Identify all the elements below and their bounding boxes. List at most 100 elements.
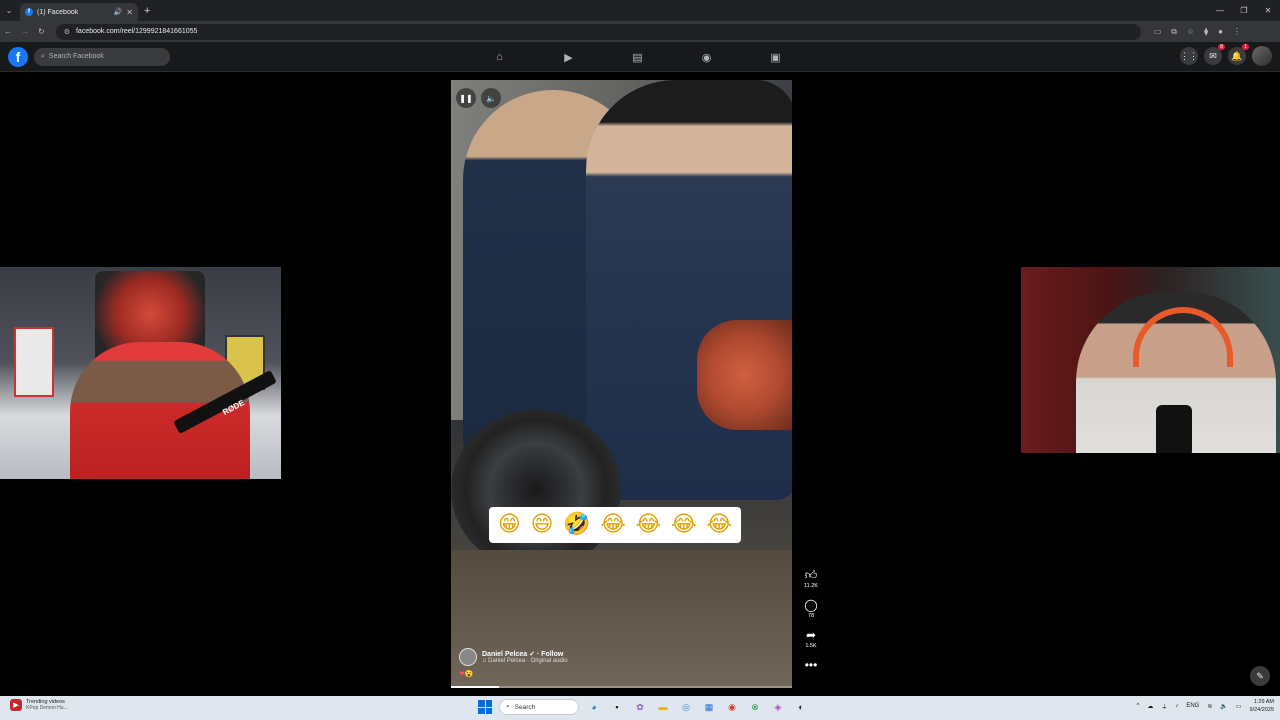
webcam-overlay-left: RØDE xyxy=(0,267,281,479)
menu-grid-icon[interactable]: ⋮⋮ xyxy=(1180,47,1198,65)
forward-icon[interactable]: → xyxy=(21,27,29,36)
reaction-icons: ❤😮 xyxy=(459,671,474,678)
search-placeholder: Search Facebook xyxy=(48,53,104,60)
thumbs-up-icon: 👍︎ xyxy=(804,568,818,582)
restore-icon[interactable]: ❐ xyxy=(1232,0,1256,21)
search-icon: ⌕ xyxy=(506,703,510,710)
cloud-icon[interactable]: ☁ xyxy=(1147,703,1153,710)
translate-icon[interactable]: ⧉ xyxy=(1171,27,1177,37)
toolbar-right-icons: ▭ ⧉ ☆ ⧫ ● ⋮ xyxy=(1154,27,1241,37)
share-icon: ➦ xyxy=(805,628,817,642)
profile-icon[interactable]: ● xyxy=(1218,27,1223,37)
author-avatar[interactable] xyxy=(459,648,477,666)
speaker-icon[interactable]: 🔈 xyxy=(1220,703,1227,710)
chrome-icon[interactable]: ◉ xyxy=(724,699,740,715)
tab-search-chevron-icon[interactable]: ⌄ xyxy=(0,0,18,21)
tab-close-icon[interactable]: ✕ xyxy=(126,8,133,17)
emoji: 😂 xyxy=(706,512,733,537)
facebook-main-nav: ⌂ ▶ ▤ ◉ ▣ xyxy=(490,42,785,72)
account-avatar[interactable] xyxy=(1252,46,1272,66)
mic-tray-icon[interactable]: ♪ xyxy=(1175,703,1178,709)
usb-icon[interactable]: ⏚ xyxy=(1161,702,1167,711)
streaming-app-icon[interactable]: ◈ xyxy=(770,699,786,715)
site-info-icon[interactable]: ⚙ xyxy=(64,28,70,36)
trending-icon: ▶ xyxy=(10,699,22,711)
emoji-overlay: 😁 😄 🤣 😂 😂 😂 😂 xyxy=(489,507,741,543)
tab-audio-icon[interactable]: 🔊 xyxy=(114,8,123,16)
notifications-bell-icon[interactable]: 🔔 1 xyxy=(1228,44,1249,65)
facebook-logo[interactable]: f xyxy=(8,46,28,67)
taskbar-search[interactable]: ⌕ Search xyxy=(499,699,579,715)
widgets-button[interactable]: ▶ Trending videos KPop Demon Hu... xyxy=(10,699,68,711)
more-options-button[interactable]: ••• xyxy=(805,658,818,672)
audio-label[interactable]: ♫ Daniel Pelcea · Original audio xyxy=(482,658,568,664)
search-icon: ⌕ xyxy=(41,52,45,60)
language-indicator[interactable]: ENG xyxy=(1186,703,1199,709)
emoji: 😂 xyxy=(635,512,662,537)
widget-subtitle: KPop Demon Hu... xyxy=(26,705,68,711)
windows-start-icon[interactable] xyxy=(478,700,492,714)
system-tray: ^ ☁ ⏚ ♪ ENG ≋ 🔈 ▭ 1:29 AM 9/24/2025 xyxy=(1136,698,1274,714)
microphone xyxy=(1156,405,1192,453)
comment-button[interactable]: ◯ 78 xyxy=(804,598,817,619)
video-progress-fill xyxy=(451,686,499,688)
emoji: 😁 xyxy=(497,512,521,537)
facebook-favicon-icon: f xyxy=(25,8,33,16)
edge-icon[interactable]: ◎ xyxy=(678,699,694,715)
author-name-follow[interactable]: Daniel Pelcea ✓ · Follow xyxy=(482,650,568,658)
emoji: 😄 xyxy=(530,512,554,537)
steam-icon[interactable]: ◐ xyxy=(793,699,809,715)
browser-tab-strip: ⌄ f (1) Facebook 🔊 ✕ + — ❐ ✕ xyxy=(0,0,1280,21)
home-icon[interactable]: ⌂ xyxy=(490,50,509,64)
bookmark-star-icon[interactable]: ☆ xyxy=(1187,27,1194,37)
new-message-icon[interactable]: ✎ xyxy=(1250,666,1270,686)
minimize-icon[interactable]: — xyxy=(1208,0,1232,21)
video-person-right xyxy=(586,80,792,500)
webcam-overlay-right xyxy=(1021,267,1280,453)
clock[interactable]: 1:29 AM 9/24/2025 xyxy=(1250,698,1274,714)
back-icon[interactable]: ← xyxy=(4,27,12,36)
close-window-icon[interactable]: ✕ xyxy=(1256,0,1280,21)
task-view-icon[interactable]: ▪ xyxy=(609,699,625,715)
video-wheel-rim xyxy=(451,410,621,570)
copilot-icon[interactable]: ◕ xyxy=(586,699,602,715)
browser-menu-icon[interactable]: ⋮ xyxy=(1233,27,1241,37)
reel-author[interactable]: Daniel Pelcea ✓ · Follow ♫ Daniel Pelcea… xyxy=(459,648,568,666)
cast-icon[interactable]: ▭ xyxy=(1154,27,1162,37)
address-bar[interactable]: ⚙ facebook.com/reel/1299921841661055 xyxy=(55,23,1141,40)
browser-tab-facebook[interactable]: f (1) Facebook 🔊 ✕ xyxy=(20,3,138,21)
store-icon[interactable]: ▦ xyxy=(701,699,717,715)
messenger-badge: 8 xyxy=(1218,44,1225,50)
battery-icon[interactable]: ▭ xyxy=(1236,703,1242,710)
video-progress-bar[interactable] xyxy=(451,686,792,688)
more-dots-icon: ••• xyxy=(804,658,818,672)
wifi-icon[interactable]: ≋ xyxy=(1207,703,1212,710)
reel-video[interactable]: ❚❚ 🔈 😁 😄 🤣 😂 😂 😂 😂 Daniel Pelcea ✓ · Fol… xyxy=(451,80,792,688)
windows-taskbar: ▶ Trending videos KPop Demon Hu... ⌕ Sea… xyxy=(0,696,1280,720)
marketplace-icon[interactable]: ▤ xyxy=(628,50,647,64)
comments-count: 78 xyxy=(807,613,815,619)
messenger-icon[interactable]: ✉ 8 xyxy=(1204,44,1225,65)
tray-chevron-icon[interactable]: ^ xyxy=(1136,703,1139,709)
photos-icon[interactable]: ✿ xyxy=(632,699,648,715)
pause-icon[interactable]: ❚❚ xyxy=(456,88,476,108)
reload-icon[interactable]: ↻ xyxy=(38,27,45,36)
extensions-icon[interactable]: ⧫ xyxy=(1204,27,1208,37)
groups-icon[interactable]: ◉ xyxy=(697,50,716,64)
shares-count: 1.5K xyxy=(805,643,817,649)
video-icon[interactable]: ▶ xyxy=(559,50,578,64)
taskbar-center: ⌕ Search ◕ ▪ ✿ ▬ ◎ ▦ ◉ ⊗ ◈ ◐ xyxy=(478,699,809,715)
browser-toolbar: ← → ↻ ⚙ facebook.com/reel/12999218416610… xyxy=(0,21,1280,42)
comment-icon: ◯ xyxy=(804,598,818,612)
emoji: 🤣 xyxy=(563,512,591,537)
clock-date: 9/24/2025 xyxy=(1249,707,1274,713)
gaming-icon[interactable]: ▣ xyxy=(766,50,785,64)
like-button[interactable]: 👍︎ 11.2K xyxy=(804,568,818,589)
new-tab-button[interactable]: + xyxy=(144,5,150,17)
file-explorer-icon[interactable]: ▬ xyxy=(655,699,671,715)
xbox-icon[interactable]: ⊗ xyxy=(747,699,763,715)
volume-icon[interactable]: 🔈 xyxy=(481,88,501,108)
tab-title: (1) Facebook xyxy=(37,8,79,16)
facebook-search-input[interactable]: ⌕ Search Facebook xyxy=(34,47,170,66)
share-button[interactable]: ➦ 1.5K xyxy=(805,628,816,649)
